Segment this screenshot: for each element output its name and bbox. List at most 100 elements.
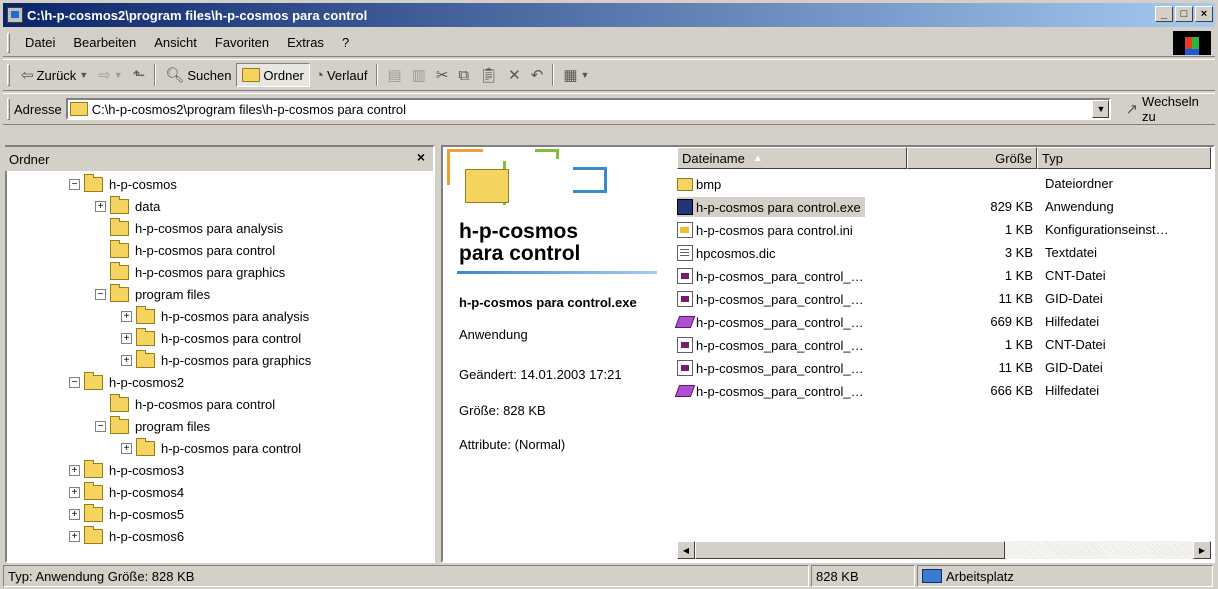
file-name[interactable]: h-p-cosmos_para_control_… (677, 289, 868, 309)
file-name[interactable]: h-p-cosmos para control.ini (677, 220, 857, 240)
folder-pane-close-button[interactable]: × (417, 149, 425, 165)
file-list-hscrollbar[interactable]: ◀ ▶ (677, 541, 1211, 559)
forward-dropdown-icon[interactable]: ▼ (114, 70, 123, 80)
file-row[interactable]: bmp Dateiordner (677, 173, 1211, 195)
cut-button[interactable]: ✂ (431, 63, 454, 87)
tree-item[interactable]: h-p-cosmos para analysis (95, 217, 283, 239)
tree-item[interactable]: + h-p-cosmos3 (69, 459, 184, 481)
status-bar: Typ: Anwendung Größe: 828 KB 828 KB Arbe… (3, 565, 1215, 587)
tree-item[interactable]: + h-p-cosmos6 (69, 525, 184, 547)
menu-favoriten[interactable]: Favoriten (206, 35, 278, 50)
address-dropdown-button[interactable]: ▼ (1092, 100, 1110, 118)
copy-to-button[interactable]: ▥ (407, 63, 431, 87)
tree-item[interactable]: + h-p-cosmos para analysis (121, 305, 309, 327)
tree-item[interactable]: + data (95, 195, 160, 217)
tree-item[interactable]: − h-p-cosmos (69, 173, 177, 195)
tree-item[interactable]: h-p-cosmos para graphics (95, 261, 285, 283)
tree-item-label: program files (135, 286, 211, 302)
file-name[interactable]: h-p-cosmos_para_control_… (677, 266, 868, 286)
file-name[interactable]: h-p-cosmos_para_control_… (677, 335, 868, 355)
scroll-right-button[interactable]: ▶ (1193, 541, 1211, 559)
back-dropdown-icon[interactable]: ▼ (79, 70, 88, 80)
expand-icon[interactable]: + (69, 464, 80, 476)
expand-icon[interactable]: + (95, 200, 106, 212)
file-row[interactable]: h-p-cosmos para control.ini 1 KB Konfigura… (677, 219, 1211, 241)
address-input[interactable]: C:\h-p-cosmos2\program files\h-p-cosmos … (65, 98, 1112, 120)
file-row[interactable]: h-p-cosmos_para_control_… 669 KB Hilfedate… (674, 311, 1211, 333)
menu-bar: Datei Bearbeiten Ansicht Favoriten Extra… (3, 29, 1215, 57)
tree-item[interactable]: + h-p-cosmos4 (69, 481, 184, 503)
addressbar-grip[interactable] (7, 98, 10, 120)
title-bar[interactable]: C:\h-p-cosmos2\program files\h-p-cosmos … (3, 3, 1215, 27)
tree-item[interactable]: − program files (95, 415, 210, 437)
menu-datei[interactable]: Datei (16, 35, 64, 50)
column-header-name[interactable]: Dateiname ▲ (677, 147, 907, 169)
tree-item[interactable]: h-p-cosmos para control (95, 239, 275, 261)
copy-button[interactable]: ⧉ (453, 63, 474, 87)
file-name[interactable]: hpcosmos.dic (677, 243, 779, 263)
maximize-button[interactable]: □ (1175, 6, 1193, 22)
collapse-icon[interactable]: − (95, 288, 106, 300)
toolbar-grip[interactable] (7, 64, 10, 86)
delete-button[interactable]: ✕ (503, 63, 526, 87)
tree-item[interactable]: h-p-cosmos para control (95, 393, 275, 415)
menu-help[interactable]: ? (333, 35, 358, 50)
hscroll-thumb[interactable] (695, 541, 1005, 559)
expand-icon[interactable]: + (121, 310, 132, 322)
tree-item[interactable]: + h-p-cosmos para graphics (121, 349, 311, 371)
tree-item[interactable]: + h-p-cosmos para control (121, 437, 301, 459)
menu-extras[interactable]: Extras (278, 35, 333, 50)
cnt-file-icon (677, 291, 693, 307)
file-name[interactable]: h-p-cosmos_para_control_… (677, 358, 868, 378)
forward-button[interactable]: ⇨ ▼ (93, 63, 128, 87)
file-row[interactable]: h-p-cosmos_para_control_… 11 KB GID-Datei (677, 288, 1211, 310)
menu-bearbeiten[interactable]: Bearbeiten (64, 35, 145, 50)
undo-button[interactable]: ↶ (526, 63, 549, 87)
close-button[interactable]: × (1195, 6, 1213, 22)
search-button[interactable]: 🔍︎ Suchen (160, 63, 236, 87)
file-name[interactable]: h-p-cosmos para control.exe (677, 197, 865, 217)
column-header-size[interactable]: Größe (907, 147, 1037, 169)
file-row[interactable]: h-p-cosmos_para_control_… 666 KB Hilfedate… (674, 380, 1211, 402)
expand-icon[interactable]: + (121, 354, 132, 366)
tree-item-label: h-p-cosmos para analysis (135, 220, 284, 236)
file-row[interactable]: h-p-cosmos_para_control_… 1 KB CNT-Datei (677, 265, 1211, 287)
menubar-grip[interactable] (7, 32, 10, 53)
tree-item[interactable]: + h-p-cosmos para control (121, 327, 301, 349)
move-to-button[interactable]: ▤ (382, 63, 406, 87)
collapse-icon[interactable]: − (69, 376, 80, 388)
file-name[interactable]: h-p-cosmos_para_control_… (674, 381, 868, 401)
history-button[interactable]: ◔ Verlauf (310, 63, 373, 87)
file-row[interactable]: h-p-cosmos para control.exe 829 KB Anwendu… (677, 196, 1211, 218)
up-folder-button[interactable]: ⬑ (128, 63, 151, 87)
back-button[interactable]: ⇦ Zurück ▼ (16, 63, 93, 87)
menu-ansicht[interactable]: Ansicht (145, 35, 206, 50)
folders-button[interactable]: Ordner (236, 63, 310, 87)
expand-icon[interactable]: + (69, 486, 80, 498)
file-row[interactable]: h-p-cosmos_para_control_… 11 KB GID-Datei (677, 357, 1211, 379)
column-header-type[interactable]: Typ (1037, 147, 1211, 169)
expand-icon[interactable]: + (69, 530, 80, 542)
copy-icon: ⧉ (458, 66, 470, 84)
minimize-button[interactable]: _ (1155, 6, 1173, 22)
explorer-app-icon[interactable] (7, 7, 23, 23)
tree-item[interactable]: + h-p-cosmos5 (69, 503, 184, 525)
go-button[interactable]: ↗ Wechseln zu (1125, 94, 1215, 124)
scroll-left-button[interactable]: ◀ (677, 541, 695, 559)
folder-tree: − h-p-cosmos + data h-p-cosmos para analysis… (7, 173, 411, 561)
tree-item[interactable]: − program files (95, 283, 210, 305)
views-dropdown-icon[interactable]: ▼ (581, 70, 590, 80)
expand-icon[interactable]: + (121, 442, 132, 454)
paste-button[interactable]: 📋︎ (474, 63, 503, 87)
file-name[interactable]: h-p-cosmos_para_control_… (674, 312, 868, 332)
collapse-icon[interactable]: − (95, 420, 106, 432)
expand-icon[interactable]: + (121, 332, 132, 344)
expand-icon[interactable]: + (69, 508, 80, 520)
file-row[interactable]: hpcosmos.dic 3 KB Textdatei (677, 242, 1211, 264)
collapse-icon[interactable]: − (69, 178, 80, 190)
file-name[interactable]: bmp (677, 174, 725, 194)
file-name-label: h-p-cosmos_para_control_… (696, 337, 864, 353)
tree-item[interactable]: − h-p-cosmos2 (69, 371, 184, 393)
file-row[interactable]: h-p-cosmos_para_control_… 1 KB CNT-Datei (677, 334, 1211, 356)
views-button[interactable]: ▦ ▼ (558, 63, 594, 87)
